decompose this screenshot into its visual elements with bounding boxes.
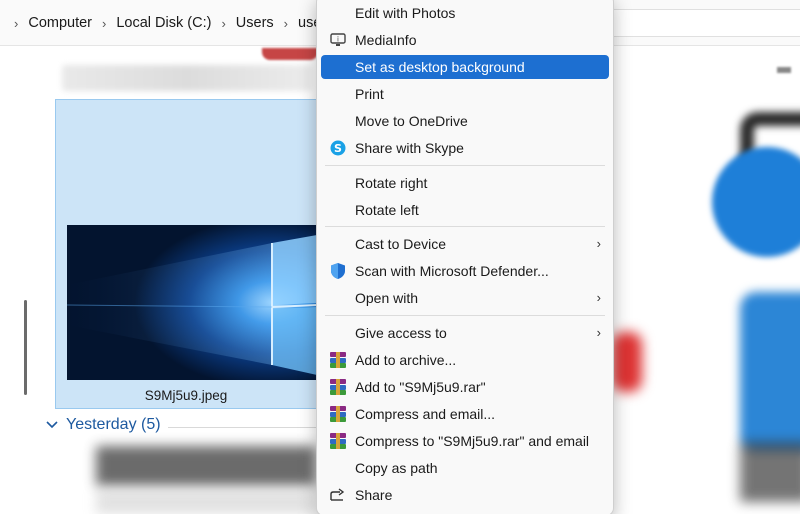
winrar-icon (329, 351, 347, 369)
winrar-icon (329, 432, 347, 450)
wallpaper-thumbnail[interactable] (67, 225, 317, 380)
menu-item-rotate-right[interactable]: Rotate right (321, 171, 609, 195)
menu-item-label: Set as desktop background (355, 59, 525, 75)
scrollbar-thumb[interactable] (24, 300, 27, 395)
menu-item-add-to-rar[interactable]: Add to "S9Mj5u9.rar" (321, 375, 609, 399)
breadcrumb-item-computer[interactable]: Computer (24, 15, 96, 31)
menu-separator (325, 165, 605, 166)
chevron-right-icon: › (596, 290, 601, 305)
menu-item-compress-and-email[interactable]: Compress and email... (321, 402, 609, 426)
chevron-down-icon[interactable] (46, 416, 58, 434)
menu-item-label: Print (355, 86, 384, 102)
menu-item-give-access-to[interactable]: Give access to › (321, 321, 609, 345)
menu-item-label: Give access to (355, 325, 447, 341)
context-menu: Edit with Photos i MediaInfo Set as desk… (316, 0, 614, 514)
menu-item-label: Scan with Microsoft Defender... (355, 263, 549, 279)
menu-item-mediainfo[interactable]: i MediaInfo (321, 28, 609, 52)
blurred-file-icon (740, 292, 800, 452)
menu-item-cast-to-device[interactable]: Cast to Device › (321, 232, 609, 256)
chevron-right-icon[interactable]: › (278, 16, 294, 31)
blurred-file-icon (740, 442, 800, 502)
menu-item-label: Edit with Photos (355, 5, 456, 21)
background-file-tiles (612, 47, 800, 514)
blurred-file-tile (96, 446, 316, 486)
menu-item-add-to-archive[interactable]: Add to archive... (321, 348, 609, 372)
blurred-file-icon (612, 332, 642, 392)
menu-item-share[interactable]: Share (321, 483, 609, 507)
menu-item-move-to-onedrive[interactable]: Move to OneDrive (321, 109, 609, 133)
skype-icon: S (329, 139, 347, 157)
group-divider (168, 427, 318, 428)
blurred-download-icon (712, 147, 800, 257)
menu-item-label: Move to OneDrive (355, 113, 468, 129)
winrar-icon (329, 378, 347, 396)
menu-item-label: Copy as path (355, 460, 438, 476)
menu-item-label: Share (355, 487, 393, 503)
svg-text:S: S (334, 142, 342, 155)
defender-shield-icon (329, 262, 347, 280)
blurred-mark (777, 67, 791, 73)
menu-item-set-as-desktop-background[interactable]: Set as desktop background (321, 55, 609, 79)
menu-item-label: Compress to "S9Mj5u9.rar" and email (355, 433, 590, 449)
menu-item-label: Add to "S9Mj5u9.rar" (355, 379, 486, 395)
winrar-icon (329, 405, 347, 423)
chevron-right-icon[interactable]: › (215, 16, 231, 31)
menu-item-rotate-left[interactable]: Rotate left (321, 198, 609, 222)
file-name-label: S9Mj5u9.jpeg (144, 388, 228, 403)
chevron-right-icon[interactable]: › (96, 16, 112, 31)
menu-item-label: Rotate right (355, 175, 428, 191)
group-header-yesterday[interactable]: Yesterday (5) (46, 416, 161, 434)
menu-separator (325, 226, 605, 227)
menu-item-copy-as-path[interactable]: Copy as path (321, 456, 609, 480)
mediainfo-icon: i (329, 31, 347, 49)
menu-item-scan-with-defender[interactable]: Scan with Microsoft Defender... (321, 259, 609, 283)
menu-item-edit-with-photos[interactable]: Edit with Photos (321, 1, 609, 25)
chevron-right-icon: › (596, 236, 601, 251)
menu-separator (325, 315, 605, 316)
breadcrumb-item-local-disk[interactable]: Local Disk (C:) (112, 15, 215, 31)
menu-item-compress-to-rar-and-email[interactable]: Compress to "S9Mj5u9.rar" and email (321, 429, 609, 453)
menu-item-label: Add to archive... (355, 352, 457, 368)
group-label: Yesterday (5) (66, 416, 161, 433)
menu-item-label: Rotate left (355, 202, 419, 218)
menu-item-print[interactable]: Print (321, 82, 609, 106)
share-icon (329, 486, 347, 504)
menu-item-label: Open with (355, 290, 419, 306)
breadcrumb-item-users[interactable]: Users (232, 15, 278, 31)
blurred-thumbnail (262, 48, 318, 60)
menu-item-share-with-skype[interactable]: S Share with Skype (321, 136, 609, 160)
svg-text:i: i (337, 36, 339, 44)
menu-item-label: Cast to Device (355, 236, 447, 252)
menu-item-label: Share with Skype (355, 140, 464, 156)
chevron-right-icon[interactable]: › (8, 16, 24, 31)
menu-item-label: Compress and email... (355, 406, 496, 422)
menu-item-open-with[interactable]: Open with › (321, 286, 609, 310)
search-box[interactable] (612, 9, 800, 37)
blurred-file-tile (96, 490, 316, 514)
windows-wallpaper-image (67, 225, 317, 380)
chevron-right-icon: › (596, 325, 601, 340)
menu-item-label: MediaInfo (355, 32, 417, 48)
breadcrumb: › Computer › Local Disk (C:) › Users › u… (8, 0, 330, 46)
blurred-file-label (62, 65, 312, 91)
